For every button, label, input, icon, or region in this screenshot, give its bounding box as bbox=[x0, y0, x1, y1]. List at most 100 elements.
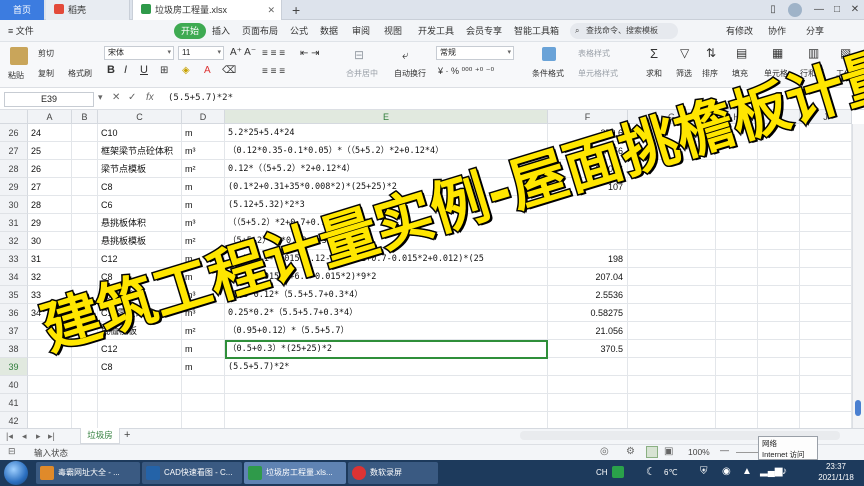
cell-h32[interactable] bbox=[716, 232, 758, 250]
input-method-icon[interactable] bbox=[612, 466, 624, 478]
tab-active-workbook[interactable]: 垃圾房工程量.xlsx ✕ bbox=[132, 0, 282, 20]
conditional-format-button[interactable]: 条件格式 bbox=[532, 68, 564, 79]
command-search-input[interactable]: ⌕ 查找命令、搜索模板 bbox=[570, 23, 678, 39]
row-header-42[interactable]: 42 bbox=[0, 412, 28, 428]
menu-insert[interactable]: 插入 bbox=[212, 20, 230, 42]
cell-f38[interactable]: 370.5 bbox=[548, 340, 628, 358]
cell-b30[interactable] bbox=[72, 196, 98, 214]
sheet-tab-active[interactable]: 垃圾房 bbox=[80, 428, 120, 444]
cell-g39[interactable] bbox=[628, 358, 716, 376]
row-header-28[interactable]: 28 bbox=[0, 160, 28, 178]
copy-button[interactable]: 复制 bbox=[38, 68, 54, 79]
cell-d39[interactable]: m bbox=[182, 358, 225, 376]
cell-c30[interactable]: C6 bbox=[98, 196, 182, 214]
cell-d30[interactable]: m bbox=[182, 196, 225, 214]
cell-f34[interactable]: 207.04 bbox=[548, 268, 628, 286]
cancel-edit-icon[interactable]: ✕ bbox=[112, 92, 120, 103]
menu-file[interactable]: ≡ 文件 bbox=[8, 20, 34, 42]
menu-start[interactable]: 开始 bbox=[174, 23, 207, 39]
currency-icon[interactable]: ¥ · % ⁰⁰⁰ ⁺⁰ ⁻⁰ bbox=[438, 66, 494, 77]
clear-format-icon[interactable]: ⌫ bbox=[222, 65, 236, 76]
column-header-d[interactable]: D bbox=[182, 110, 225, 124]
column-header-a[interactable]: A bbox=[28, 110, 72, 124]
cell-h34[interactable] bbox=[716, 268, 758, 286]
row-header-38[interactable]: 38 bbox=[0, 340, 28, 358]
cell-a33[interactable]: 31 bbox=[28, 250, 72, 268]
tab-home[interactable]: 首页 bbox=[0, 0, 44, 20]
cell-i31[interactable] bbox=[758, 214, 800, 232]
column-header-c[interactable]: C bbox=[98, 110, 182, 124]
sheet-nav-first-icon[interactable]: |◂ bbox=[6, 431, 13, 442]
select-all-corner[interactable] bbox=[0, 110, 28, 124]
cell-j40[interactable] bbox=[800, 376, 852, 394]
filter-icon[interactable]: ▽ bbox=[680, 46, 689, 60]
cell-style-button[interactable]: 单元格样式 bbox=[578, 68, 618, 79]
cell-c26[interactable]: C10 bbox=[98, 124, 182, 142]
menu-member[interactable]: 会员专享 bbox=[466, 20, 502, 42]
italic-button[interactable]: I bbox=[124, 64, 127, 76]
active-cell-e39[interactable] bbox=[225, 340, 548, 359]
cell-b31[interactable] bbox=[72, 214, 98, 232]
underline-button[interactable]: U bbox=[140, 64, 148, 76]
cell-b32[interactable] bbox=[72, 232, 98, 250]
cell-c31[interactable]: 悬挑板体积 bbox=[98, 214, 182, 232]
cell-i32[interactable] bbox=[758, 232, 800, 250]
cell-a29[interactable]: 27 bbox=[28, 178, 72, 196]
paste-icon[interactable] bbox=[10, 47, 28, 65]
cell-i34[interactable] bbox=[758, 268, 800, 286]
cell-d29[interactable]: m bbox=[182, 178, 225, 196]
indent-icon[interactable]: ⇤ ⇥ bbox=[300, 48, 320, 59]
row-header-40[interactable]: 40 bbox=[0, 376, 28, 394]
cell-h42[interactable] bbox=[716, 412, 758, 428]
cell-j42[interactable] bbox=[800, 412, 852, 428]
cell-g31[interactable] bbox=[628, 214, 716, 232]
format-painter-button[interactable]: 格式刷 bbox=[68, 68, 92, 79]
align-left-icon[interactable]: ≡ ≡ ≡ bbox=[262, 66, 285, 77]
zoom-level[interactable]: 100% bbox=[688, 447, 710, 457]
cell-j41[interactable] bbox=[800, 394, 852, 412]
menu-has-changes[interactable]: 有修改 bbox=[726, 20, 753, 42]
menu-smart-toolbox[interactable]: 智能工具箱 bbox=[514, 20, 559, 42]
cell-d27[interactable]: m³ bbox=[182, 142, 225, 160]
cell-g35[interactable] bbox=[628, 286, 716, 304]
row-header-39[interactable]: 39 bbox=[0, 358, 28, 376]
cell-e26[interactable]: 5.2*25+5.4*24 bbox=[225, 124, 548, 142]
cell-c29[interactable]: C8 bbox=[98, 178, 182, 196]
cell-j29[interactable] bbox=[800, 178, 852, 196]
status-tool-icon[interactable]: ⚙ bbox=[626, 446, 635, 457]
wrap-text-button[interactable]: 自动换行 bbox=[394, 68, 426, 79]
vertical-scrollbar[interactable] bbox=[852, 124, 864, 428]
cell-e39[interactable]: (5.5+5.7)*2* bbox=[225, 358, 548, 376]
sum-icon[interactable]: Σ bbox=[650, 46, 658, 61]
cut-button[interactable]: 剪切 bbox=[38, 48, 54, 59]
cell-d28[interactable]: m² bbox=[182, 160, 225, 178]
weather-temp[interactable]: 6℃ bbox=[664, 468, 677, 477]
cell-f37[interactable]: 21.056 bbox=[548, 322, 628, 340]
row-header-29[interactable]: 29 bbox=[0, 178, 28, 196]
cell-a42[interactable] bbox=[28, 412, 72, 428]
cell-f39[interactable] bbox=[548, 358, 628, 376]
taskbar-item-cad[interactable]: CAD快速看图 - C... bbox=[142, 462, 242, 484]
volume-icon[interactable]: ♪ bbox=[782, 466, 787, 477]
number-format-select[interactable]: 常规 ▾ bbox=[436, 46, 514, 60]
cell-i40[interactable] bbox=[758, 376, 800, 394]
weather-icon[interactable]: ☾ bbox=[646, 465, 656, 478]
taskbar-item-spreadsheet[interactable]: 垃圾房工程量.xls... bbox=[244, 462, 346, 484]
row-header-34[interactable]: 34 bbox=[0, 268, 28, 286]
cell-h39[interactable] bbox=[716, 358, 758, 376]
cell-a30[interactable]: 28 bbox=[28, 196, 72, 214]
cell-j35[interactable] bbox=[800, 286, 852, 304]
cell-h38[interactable] bbox=[716, 340, 758, 358]
cell-f32[interactable] bbox=[548, 232, 628, 250]
font-color-icon[interactable]: A bbox=[204, 65, 211, 76]
cell-j33[interactable] bbox=[800, 250, 852, 268]
cell-h37[interactable] bbox=[716, 322, 758, 340]
menu-developer[interactable]: 开发工具 bbox=[418, 20, 454, 42]
font-size-select[interactable]: 11 ▾ bbox=[178, 46, 224, 60]
cell-c42[interactable] bbox=[98, 412, 182, 428]
cell-d41[interactable] bbox=[182, 394, 225, 412]
cell-f35[interactable]: 2.5536 bbox=[548, 286, 628, 304]
menu-share[interactable]: 分享 bbox=[806, 20, 824, 42]
cell-e42[interactable] bbox=[225, 412, 548, 428]
cell-a31[interactable]: 29 bbox=[28, 214, 72, 232]
